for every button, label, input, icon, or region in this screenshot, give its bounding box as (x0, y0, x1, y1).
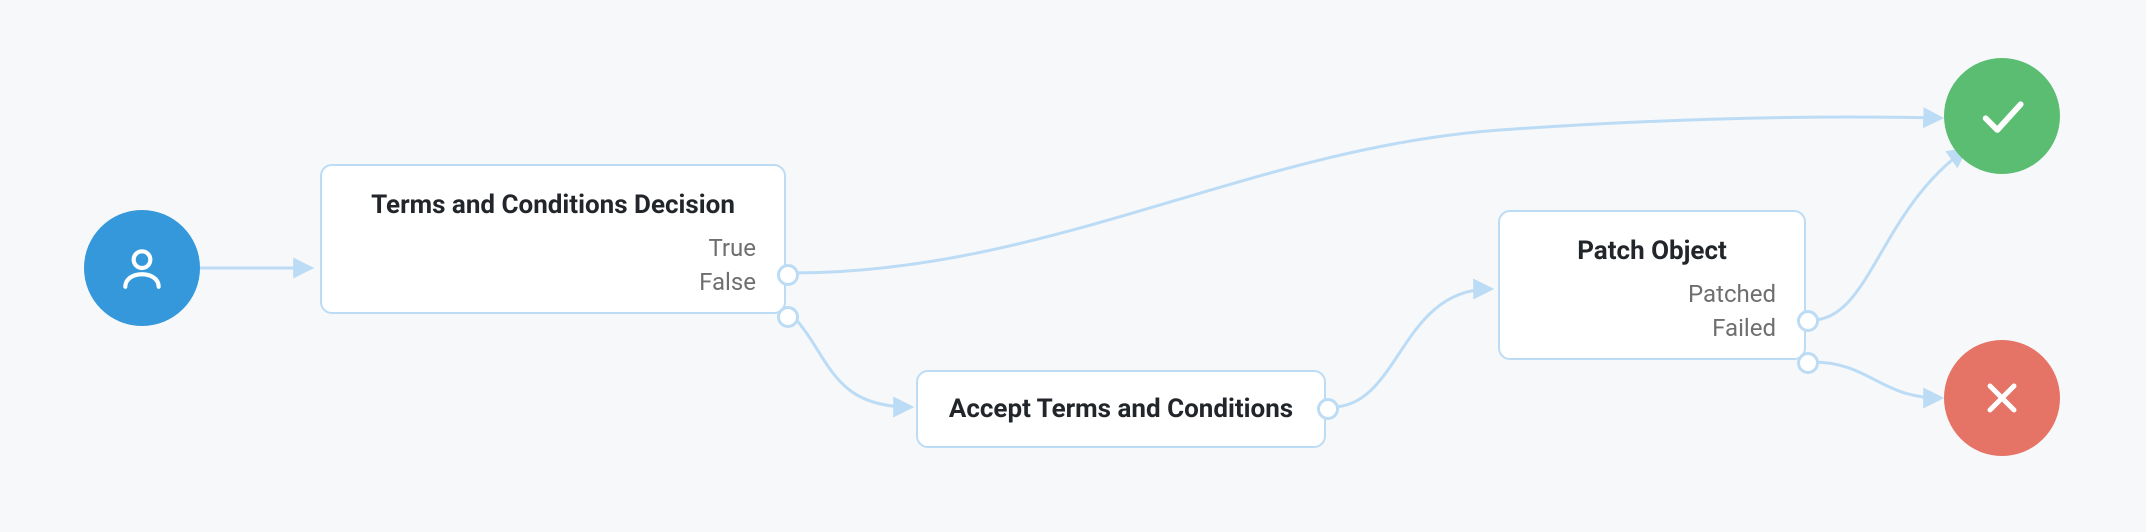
check-icon (1974, 88, 2030, 144)
edge-false-accept (792, 315, 910, 407)
success-node[interactable] (1944, 58, 2060, 174)
patch-node[interactable]: Patch Object Patched Failed (1498, 210, 1806, 360)
patch-output-patched[interactable]: Patched (1688, 280, 1776, 308)
port-decision-false[interactable] (777, 306, 799, 328)
port-patch-patched[interactable] (1797, 310, 1819, 332)
edge-patched-success (1812, 150, 1965, 320)
port-patch-failed[interactable] (1797, 352, 1819, 374)
patch-title: Patch Object (1528, 236, 1776, 266)
flow-canvas: Terms and Conditions Decision True False… (0, 0, 2146, 532)
decision-output-true[interactable]: True (708, 234, 756, 262)
decision-output-false[interactable]: False (699, 268, 756, 296)
port-accept-out[interactable] (1317, 398, 1339, 420)
edge-accept-patch (1332, 289, 1490, 407)
start-node[interactable] (84, 210, 200, 326)
accept-node[interactable]: Accept Terms and Conditions (916, 370, 1326, 448)
accept-title: Accept Terms and Conditions (946, 394, 1296, 424)
edge-failed-fail (1812, 362, 1940, 398)
fail-node[interactable] (1944, 340, 2060, 456)
user-icon (117, 243, 167, 293)
patch-output-failed[interactable]: Failed (1712, 314, 1776, 342)
close-icon (1978, 374, 2026, 422)
port-decision-true[interactable] (777, 264, 799, 286)
decision-title: Terms and Conditions Decision (350, 190, 756, 220)
decision-node[interactable]: Terms and Conditions Decision True False (320, 164, 786, 314)
